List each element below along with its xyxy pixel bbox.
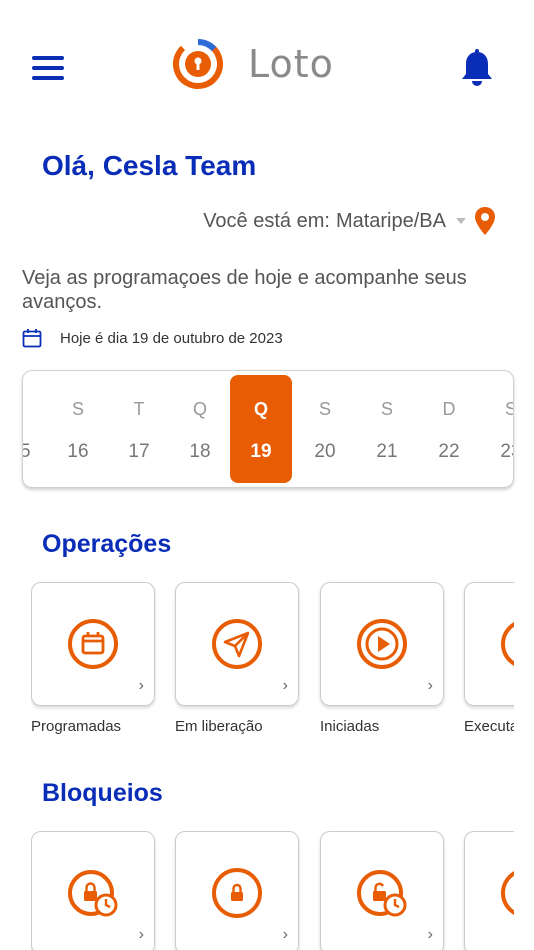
calendar-day-selected[interactable]: Q 19 [230,371,292,487]
calendar-weekday: S [480,399,513,420]
card-bloqueio-2[interactable]: › [175,831,299,950]
lock-icon [501,871,514,915]
unlock-clock-icon [357,870,407,917]
play-icon [357,619,407,669]
send-icon [212,619,262,669]
bell-icon[interactable] [458,48,496,88]
chevron-right-icon: › [138,926,144,943]
bloqueios-cards: › › › › [31,831,514,950]
chevron-right-icon: › [138,677,144,694]
calendar-day-number: 23 [500,441,513,462]
location-prefix: Você está em: [203,209,330,232]
chevron-right-icon: › [282,926,288,943]
map-pin-icon [475,207,495,235]
calendar-day-number: 22 [438,441,460,462]
calendar-weekday: S [380,399,393,419]
calendar-day-number: 16 [67,441,89,462]
calendar-weekday: S [71,399,84,419]
calendar-day-number: 17 [128,441,150,462]
calendar-day[interactable]: S 23 [480,371,513,487]
calendar-day[interactable]: Q 18 [169,371,231,487]
card-bloqueio-4[interactable]: › [464,831,514,950]
menu-bar [32,66,64,70]
calendar-strip[interactable]: 15 S 16 T 17 Q 18 Q 19 S 20 S 21 D 22 S … [22,370,514,488]
calendar-icon [22,329,42,348]
menu-bar [32,76,64,80]
chevron-right-icon: › [427,677,433,694]
menu-icon[interactable] [32,56,64,80]
location-selector[interactable]: Você está em: Mataripe/BA [203,206,496,236]
card-em-liberacao[interactable]: › [175,582,299,706]
lock-clock-icon [68,870,118,917]
calendar-weekday: Q [253,399,268,419]
card-label: Em liberação [175,718,263,735]
location-value: Mataripe/BA [335,209,446,232]
calendar-day[interactable]: D 22 [418,371,480,487]
calendar-weekday: D [442,399,456,419]
card-label: Programadas [31,718,122,735]
chevron-right-icon: › [282,677,288,694]
section-title-bloqueios: Bloqueios [42,779,163,807]
card-label: Iniciadas [320,718,380,735]
section-title-operacoes: Operações [42,530,172,558]
logo-text: Loto [248,42,334,86]
calendar-day-number: 21 [376,441,398,462]
card-iniciadas[interactable]: › [320,582,444,706]
greeting-title: Olá, Cesla Team [42,150,257,181]
calendar-day-number: 18 [189,441,211,462]
calendar-day[interactable]: S 20 [294,371,356,487]
calendar-weekday: S [318,399,331,419]
chevron-right-icon: › [427,926,433,943]
calendar-day-number: 20 [314,441,336,462]
check-icon [501,622,514,666]
calendar-icon [68,619,118,669]
loto-logo-icon [173,39,223,89]
calendar-weekday: T [133,399,145,419]
card-label: Executadas [464,718,514,735]
page-description: Veja as programaçoes de hoje e acompanhe… [22,267,467,313]
card-bloqueio-3[interactable]: › [320,831,444,950]
caret-down-icon [456,218,466,224]
card-programadas[interactable]: › [31,582,155,706]
menu-bar [32,56,64,60]
calendar-weekday: Q [192,399,207,419]
card-bloqueio-1[interactable]: › [31,831,155,950]
selected-highlight [230,375,292,483]
calendar-day[interactable]: S 21 [356,371,418,487]
calendar-day[interactable]: T 17 [108,371,170,487]
calendar-day[interactable]: S 16 [47,371,109,487]
app-logo: Loto [170,36,334,92]
today-date: Hoje é dia 19 de outubro de 2023 [22,328,283,348]
operacoes-cards: › Programadas › Em liberação › Iniciadas… [31,582,514,742]
card-executadas[interactable]: › [464,582,514,706]
today-text: Hoje é dia 19 de outubro de 2023 [60,329,283,347]
lock-icon [212,868,262,918]
calendar-day-number: 19 [250,441,272,462]
